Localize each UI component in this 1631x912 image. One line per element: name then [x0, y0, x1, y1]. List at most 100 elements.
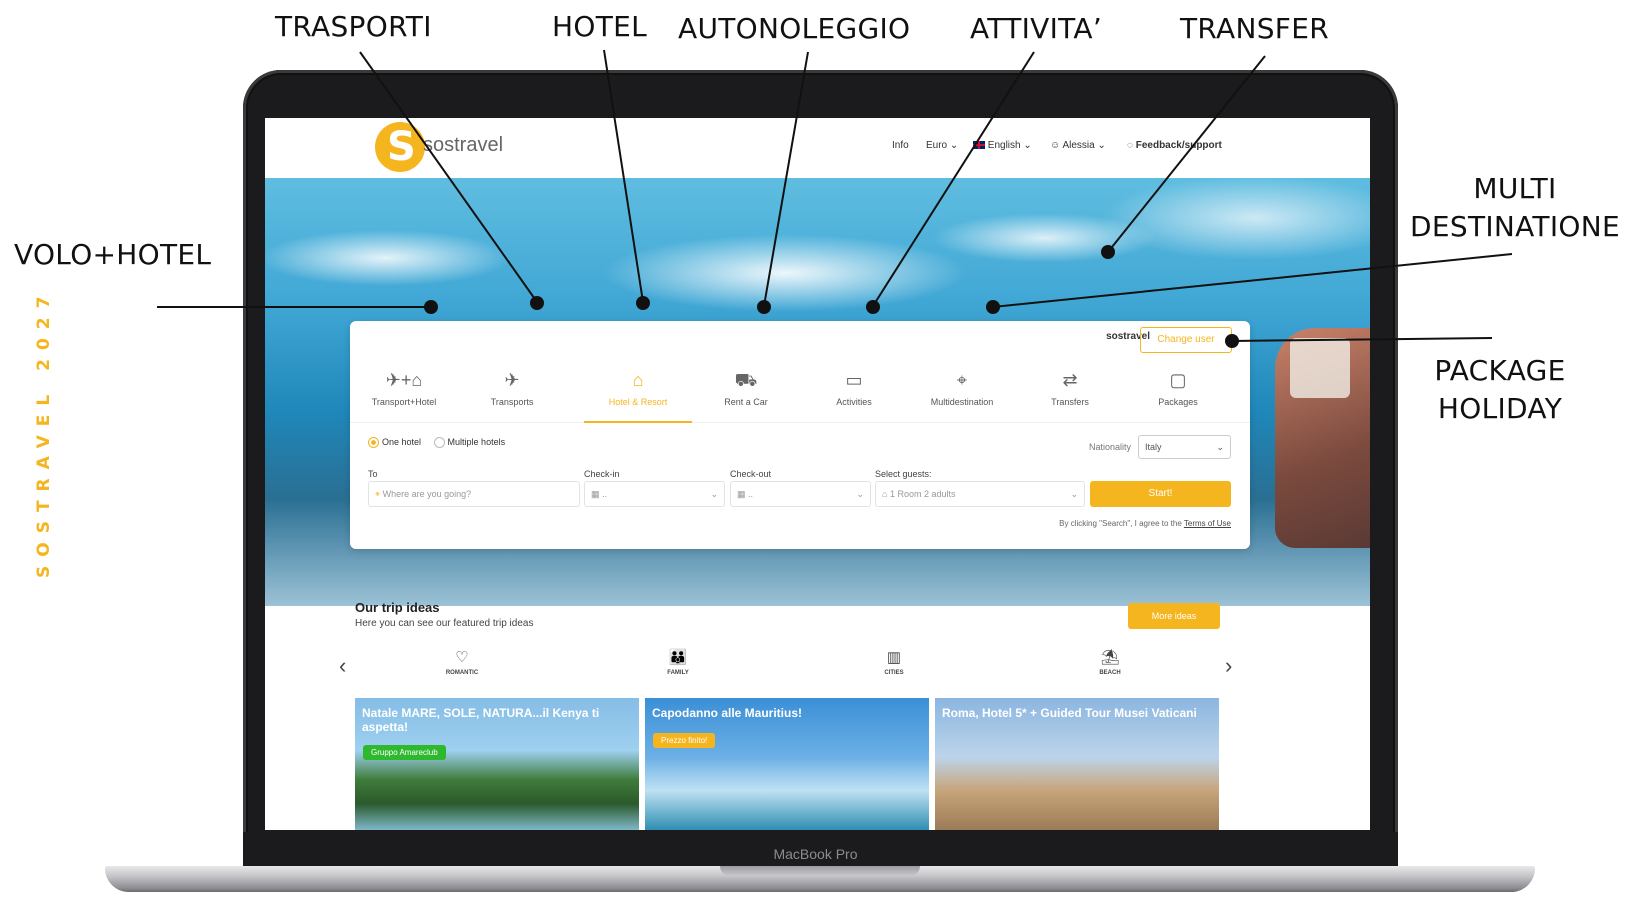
- tab-label: Transport+Hotel: [371, 397, 437, 407]
- terms-notice: By clicking "Search", I agree to the Ter…: [1059, 519, 1231, 528]
- calendar-icon: ▦: [591, 489, 600, 499]
- tab-transports[interactable]: ✈ Transports: [458, 361, 566, 423]
- logo-s-glyph: S: [387, 124, 416, 170]
- annotation-autonoleggio: AUTONOLEGGIO: [678, 12, 911, 45]
- chevron-right-icon[interactable]: ›: [1225, 653, 1232, 679]
- side-brand-text: SOSTRAVEL 2027: [34, 287, 54, 578]
- tab-activities[interactable]: ▭ Activities: [800, 361, 908, 423]
- trip-card-title: Capodanno alle Mauritius!: [652, 706, 803, 720]
- checkin-field[interactable]: ▦ .. ⌄: [584, 481, 725, 507]
- destination-placeholder: Where are you going?: [382, 489, 472, 499]
- tab-label: Rent a Car: [724, 397, 768, 407]
- tab-label: Activities: [836, 397, 872, 407]
- chevron-down-icon: ⌄: [710, 489, 718, 499]
- destination-field[interactable]: ⌖ Where are you going?: [368, 481, 580, 507]
- guests-value: 1 Room 2 adults: [889, 489, 956, 499]
- checkout-field[interactable]: ▦ .. ⌄: [730, 481, 871, 507]
- calendar-icon: ▦: [737, 489, 746, 499]
- nationality-select[interactable]: Italy ⌄: [1138, 435, 1231, 459]
- hero-banner: sostravel Change user ✈+⌂ Transport+Hote…: [265, 178, 1370, 606]
- plane-icon: ✈: [504, 370, 520, 390]
- umbrella-icon: ⛱: [1100, 649, 1120, 666]
- annotation-trasporti: TRASPORTI: [275, 10, 432, 43]
- tab-transport-hotel[interactable]: ✈+⌂ Transport+Hotel: [350, 361, 458, 423]
- radio-label: Multiple hotels: [447, 437, 506, 447]
- bag-icon: ▢: [1169, 370, 1187, 390]
- tab-label: Packages: [1158, 397, 1198, 407]
- guests-label: Select guests:: [875, 469, 932, 479]
- annotation-package-line1: PACKAGE: [1434, 354, 1566, 387]
- category-label: FAMILY: [667, 670, 689, 676]
- annotation-hotel: HOTEL: [552, 10, 647, 43]
- chevron-left-icon[interactable]: ‹: [339, 653, 346, 679]
- nav-language-label: English ⌄: [987, 140, 1032, 151]
- more-ideas-button[interactable]: More ideas: [1128, 603, 1220, 629]
- category-beach[interactable]: ⛱ BEACH: [1065, 648, 1155, 676]
- nav-feedback[interactable]: ◌ Feedback/support: [1127, 140, 1222, 151]
- laptop-model-label: MacBook Pro: [773, 846, 858, 862]
- annotation-multidestination: MULTI DESTINATIONE: [1405, 170, 1625, 246]
- city-icon: ▥: [886, 649, 902, 666]
- tab-label: Transports: [490, 397, 534, 407]
- annotation-multi-line1: MULTI: [1473, 172, 1557, 205]
- category-family[interactable]: 👪 FAMILY: [633, 648, 723, 676]
- change-user-button[interactable]: Change user: [1140, 327, 1232, 353]
- radio-dot: [433, 437, 445, 449]
- pin-icon: ⌖: [956, 370, 968, 390]
- tab-rent-a-car[interactable]: ⛟ Rent a Car: [692, 361, 800, 423]
- family-icon: 👪: [668, 649, 688, 666]
- tab-label: Hotel & Resort: [608, 397, 668, 407]
- uk-flag-icon: [973, 141, 985, 150]
- chat-icon: ◌: [1127, 140, 1133, 151]
- start-button[interactable]: Start!: [1090, 481, 1231, 507]
- annotation-transfer: TRANSFER: [1180, 12, 1329, 45]
- trip-card[interactable]: Roma, Hotel 5* + Guided Tour Musei Vatic…: [935, 698, 1219, 830]
- radio-label: One hotel: [382, 437, 422, 447]
- trip-card-tag: Gruppo Amareclub: [363, 745, 446, 760]
- trip-card[interactable]: Capodanno alle Mauritius! Prezzo finito!: [645, 698, 929, 830]
- category-label: CITIES: [884, 670, 904, 676]
- tab-hotel-resort[interactable]: ⌂ Hotel & Resort: [584, 361, 692, 423]
- terms-link[interactable]: Terms of Use: [1184, 519, 1231, 528]
- category-romantic[interactable]: ♡ ROMANTIC: [417, 648, 507, 676]
- nationality-value: Italy: [1145, 442, 1162, 452]
- logo-text[interactable]: sostravel: [423, 134, 503, 157]
- radio-one-hotel[interactable]: One hotel: [368, 437, 422, 449]
- nav-currency[interactable]: Euro ⌄: [926, 140, 958, 151]
- laptop-notch: [720, 866, 920, 876]
- user-icon: ☺: [1050, 140, 1061, 151]
- heart-icon: ♡: [455, 649, 469, 666]
- ideas-title: Our trip ideas: [355, 600, 440, 615]
- trip-card-tag: Prezzo finito!: [653, 733, 716, 748]
- hotel-mode-radios: One hotel Multiple hotels: [368, 437, 515, 449]
- checkin-label: Check-in: [584, 469, 620, 479]
- trip-card-title: Natale MARE, SOLE, NATURA...il Kenya ti …: [362, 706, 600, 734]
- car-icon: ⛟: [734, 370, 758, 390]
- category-label: ROMANTIC: [445, 670, 479, 676]
- guests-field[interactable]: ⌂ 1 Room 2 adults ⌄: [875, 481, 1085, 507]
- ticket-icon: ▭: [845, 370, 863, 390]
- site-header: S sostravel Info Euro ⌄ English ⌄ ☺ Ales…: [265, 118, 1370, 178]
- pin-icon: ⌖: [375, 489, 381, 499]
- annotation-volo-hotel: VOLO+HOTEL: [14, 238, 212, 271]
- tab-multidestination[interactable]: ⌖ Multidestination: [908, 361, 1016, 423]
- tab-transfers[interactable]: ⇄ Transfers: [1016, 361, 1124, 423]
- ideas-subtitle: Here you can see our featured trip ideas: [355, 618, 534, 629]
- category-label: BEACH: [1099, 670, 1121, 676]
- category-cities[interactable]: ▥ CITIES: [849, 648, 939, 676]
- annotation-package-line2: HOLIDAY: [1437, 392, 1563, 425]
- chevron-down-icon: ⌄: [1070, 489, 1078, 499]
- nav-user[interactable]: ☺ Alessia ⌄: [1050, 140, 1106, 151]
- annotation-attivita: ATTIVITA’: [970, 12, 1103, 45]
- bed-icon: ⌂: [882, 489, 888, 499]
- trip-card[interactable]: Natale MARE, SOLE, NATURA...il Kenya ti …: [355, 698, 639, 830]
- search-panel: sostravel Change user ✈+⌂ Transport+Hote…: [350, 321, 1250, 549]
- radio-multiple-hotels[interactable]: Multiple hotels: [433, 437, 506, 449]
- annotation-multi-line2: DESTINATIONE: [1410, 210, 1620, 243]
- checkout-label: Check-out: [730, 469, 772, 479]
- nav-info[interactable]: Info: [892, 140, 909, 151]
- nav-language[interactable]: English ⌄: [973, 140, 1032, 151]
- tab-packages[interactable]: ▢ Packages: [1124, 361, 1232, 423]
- nav-user-label: Alessia ⌄: [1062, 140, 1106, 151]
- hero-houses: [1290, 338, 1350, 398]
